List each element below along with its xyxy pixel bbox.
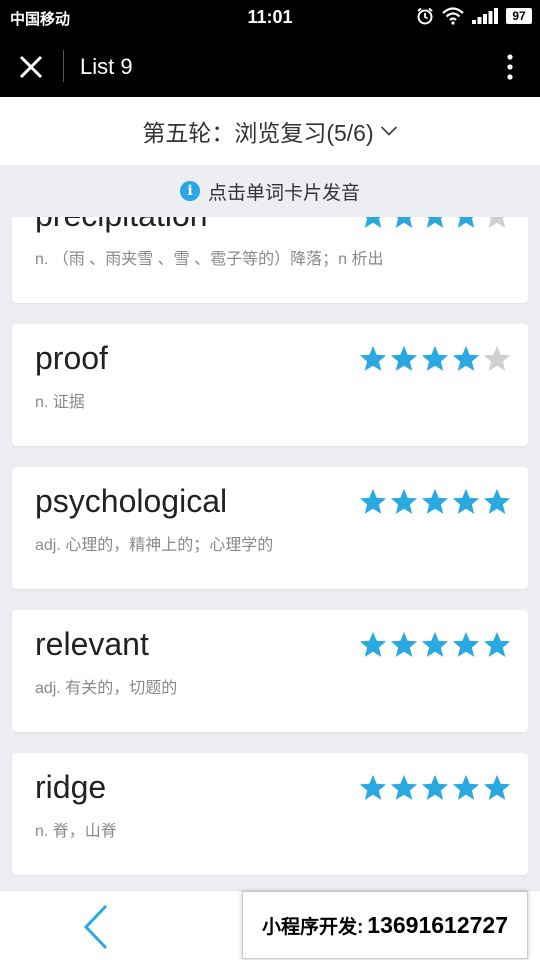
promo-label: 小程序开发: [261,916,364,938]
star-filled-icon [359,488,387,514]
word-text: psychological [35,483,228,519]
word-card[interactable]: precipitation n. （雨 、雨夹雪 、雪 、雹子等的）降落；n 析… [12,217,528,303]
word-definition: n. （雨 、雨夹雪 、雪 、雹子等的）降落；n 析出 [35,251,384,268]
round-title: 第五轮：浏览复习(5/6) [142,120,374,146]
star-filled-icon [421,488,449,514]
rating-stars [358,630,512,660]
word-definition: adj. 心理的，精神上的；心理学的 [35,537,274,554]
word-definition: n. 证据 [35,394,85,411]
word-card-list[interactable]: precipitation n. （雨 、雨夹雪 、雪 、雹子等的）降落；n 析… [0,217,540,890]
word-text: proof [35,340,108,376]
signal-icon [472,8,498,24]
star-empty-icon [483,345,511,371]
star-filled-icon [452,345,480,371]
star-empty-icon [488,217,506,228]
word-card[interactable]: psychological adj. 心理的，精神上的；心理学的 [12,467,528,589]
status-icons: 97 [416,7,532,25]
hint-text: 点击单词卡片发音 [207,182,360,204]
star-filled-icon [359,631,387,657]
more-vertical-icon [507,54,513,80]
word-definition: n. 脊，山脊 [35,823,117,840]
close-button[interactable] [14,50,48,84]
word-card[interactable]: relevant adj. 有关的，切题的 [12,610,528,732]
chevron-left-icon [83,904,108,950]
alarm-icon [417,7,433,25]
star-filled-icon [457,217,475,228]
info-icon: i [179,181,200,201]
star-filled-icon [421,631,449,657]
battery-indicator: 97 [506,8,532,24]
star-filled-icon [395,217,413,228]
status-bar: 中国移动 11:01 97 [0,0,540,36]
close-icon [19,55,43,79]
nav-bar: List 9 [0,36,540,97]
nav-title: List 9 [80,54,133,79]
star-filled-icon [390,774,418,800]
promo-phone: 13691612727 [367,911,509,938]
chevron-down-icon [380,126,397,136]
star-filled-icon [359,774,387,800]
star-filled-icon [390,488,418,514]
promo-banner: 小程序开发: 13691612727 [242,891,528,959]
star-filled-icon [364,217,382,228]
star-filled-icon [426,217,444,228]
word-card[interactable]: proof n. 证据 [12,324,528,446]
star-filled-icon [452,488,480,514]
word-card[interactable]: ridge n. 脊，山脊 [12,753,528,875]
star-filled-icon [452,631,480,657]
star-filled-icon [421,774,449,800]
star-filled-icon [359,345,387,371]
round-selector[interactable]: 第五轮：浏览复习(5/6) [0,97,540,165]
rating-stars [358,773,512,803]
word-definition: adj. 有关的，切题的 [35,680,178,697]
rating-stars [358,217,512,231]
star-filled-icon [390,631,418,657]
star-filled-icon [483,488,511,514]
word-text: ridge [35,769,107,805]
wifi-icon [442,7,464,25]
more-button[interactable] [500,50,520,84]
pronunciation-hint: i 点击单词卡片发音 [0,165,540,217]
bottom-bar: 小程序开发: 13691612727 [0,890,540,960]
word-text: relevant [35,626,149,662]
star-filled-icon [483,774,511,800]
star-filled-icon [390,345,418,371]
word-text: precipitation [35,217,208,234]
previous-button[interactable] [78,903,114,951]
star-filled-icon [483,631,511,657]
star-filled-icon [452,774,480,800]
rating-stars [358,344,512,374]
star-filled-icon [421,345,449,371]
nav-divider [63,50,64,82]
rating-stars [358,487,512,517]
